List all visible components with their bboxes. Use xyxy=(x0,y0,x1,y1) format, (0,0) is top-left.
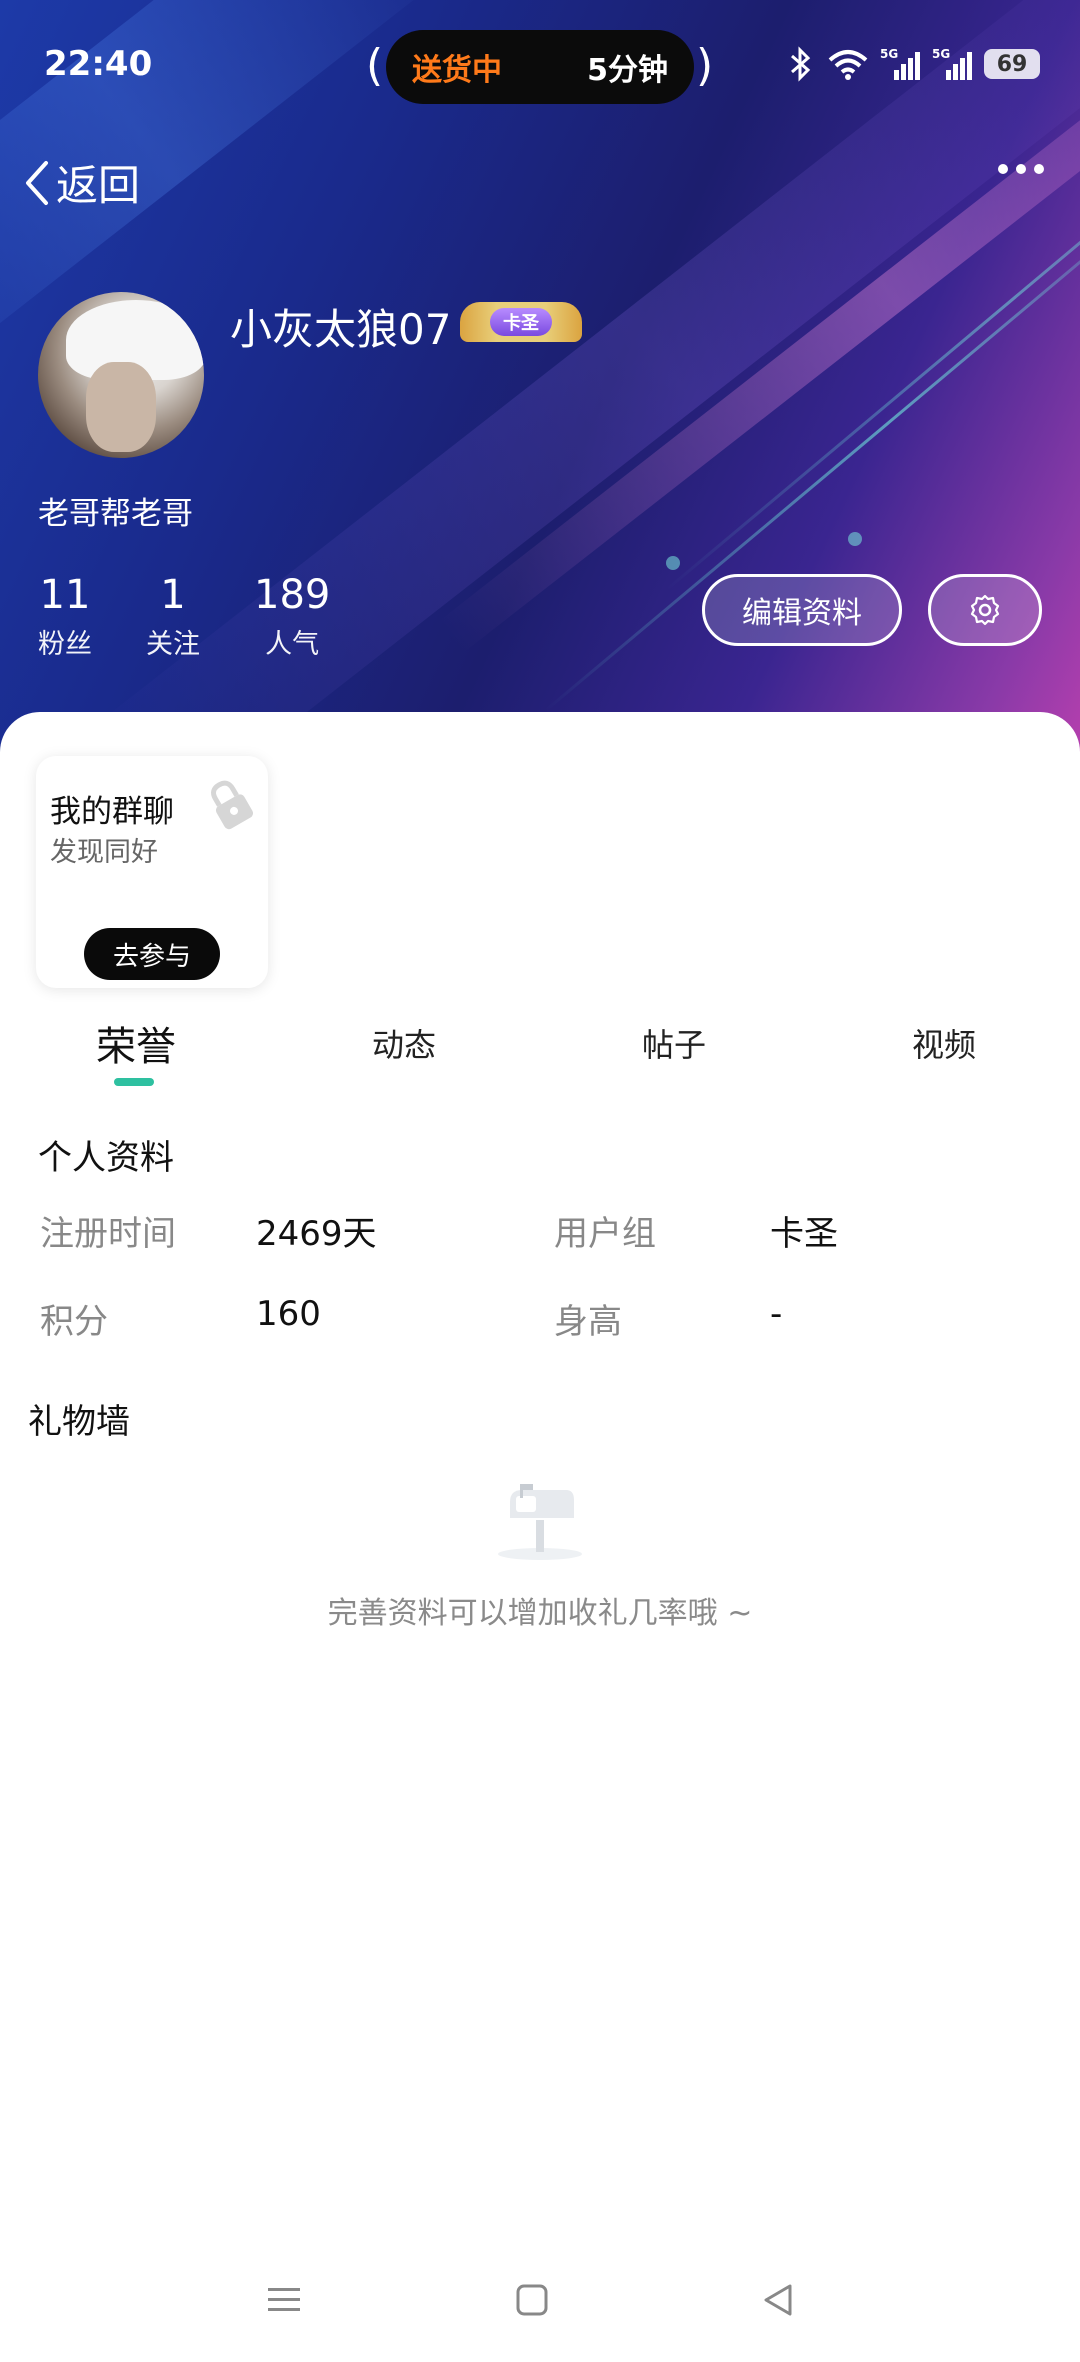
join-button[interactable]: 去参与 xyxy=(84,928,220,980)
chevron-left-icon xyxy=(26,160,48,205)
home-icon[interactable] xyxy=(514,2282,550,2318)
gift-wall-title: 礼物墙 xyxy=(28,1402,130,1442)
mailbox-icon xyxy=(498,1484,582,1560)
system-navigation-bar xyxy=(0,2270,1080,2342)
avatar-face xyxy=(86,362,156,452)
user-level-badge[interactable]: 卡圣 xyxy=(460,302,582,342)
group-card-title: 我的群聊 xyxy=(50,794,174,830)
tab-active-indicator xyxy=(114,1078,154,1086)
info-value: - xyxy=(770,1294,783,1334)
settings-button[interactable] xyxy=(928,574,1042,646)
battery-icon: 69 xyxy=(984,49,1040,79)
signal-5g-icon: 5G xyxy=(880,47,920,80)
tab-activity[interactable]: 动态 xyxy=(372,1020,436,1066)
more-dot xyxy=(1034,164,1044,174)
menu-icon[interactable] xyxy=(266,2282,302,2318)
profile-stats: 11 粉丝 1 关注 189 人气 xyxy=(38,572,330,661)
stat-label: 关注 xyxy=(146,629,200,660)
stat-followers[interactable]: 11 粉丝 xyxy=(38,572,92,661)
gift-wall-empty-text: 完善资料可以增加收礼几率哦 ~ xyxy=(327,1596,753,1631)
background-dot xyxy=(666,556,680,570)
svg-text:5G: 5G xyxy=(880,47,898,61)
edit-profile-button[interactable]: 编辑资料 xyxy=(702,574,902,646)
profile-header: 22:40 ( 送货中 5分钟 ) 5G 5G 69 返回 小灰太狼07 卡圣 … xyxy=(0,0,1080,760)
back-button[interactable]: 返回 xyxy=(22,152,140,213)
info-value: 2469天 xyxy=(256,1214,377,1254)
info-label: 身高 xyxy=(554,1302,622,1342)
wifi-icon xyxy=(828,50,868,80)
info-value: 160 xyxy=(256,1294,321,1334)
stat-value: 1 xyxy=(160,572,186,618)
user-bio: 老哥帮老哥 xyxy=(38,496,193,532)
info-value: 卡圣 xyxy=(770,1214,838,1254)
tab-honor[interactable]: 荣誉 xyxy=(96,1014,176,1072)
group-card-subtitle: 发现同好 xyxy=(50,837,158,868)
stat-value: 11 xyxy=(39,572,91,618)
more-options-button[interactable] xyxy=(998,164,1044,174)
info-label: 注册时间 xyxy=(40,1214,176,1254)
live-activity-bracket-right: ) xyxy=(696,40,714,91)
username: 小灰太狼07 xyxy=(230,305,452,354)
stat-label: 粉丝 xyxy=(38,629,92,660)
stat-value: 189 xyxy=(254,572,331,618)
group-chat-card[interactable]: 我的群聊 发现同好 去参与 xyxy=(36,756,268,988)
delivery-status: 送货中 xyxy=(412,53,502,88)
svg-text:5G: 5G xyxy=(932,47,950,61)
badge-label: 卡圣 xyxy=(490,308,552,336)
gear-icon xyxy=(970,594,1000,626)
signal-5g-icon: 5G xyxy=(932,47,972,80)
more-dot xyxy=(1016,164,1026,174)
info-label: 积分 xyxy=(40,1302,108,1342)
background-dot xyxy=(848,532,862,546)
avatar[interactable] xyxy=(38,292,204,458)
more-dot xyxy=(998,164,1008,174)
tab-bar: 荣誉 动态 帖子 视频 xyxy=(0,1010,1080,1090)
stat-label: 人气 xyxy=(265,629,320,660)
live-activity-pill[interactable]: 送货中 5分钟 xyxy=(386,30,694,104)
back-label: 返回 xyxy=(56,161,141,210)
delivery-eta: 5分钟 xyxy=(587,53,668,88)
lock-icon xyxy=(211,780,254,830)
info-label: 用户组 xyxy=(554,1214,656,1254)
bluetooth-icon xyxy=(791,46,811,82)
stat-following[interactable]: 1 关注 xyxy=(146,572,200,661)
live-activity-bracket-left: ( xyxy=(366,40,384,91)
tab-videos[interactable]: 视频 xyxy=(912,1020,976,1066)
status-icons: 5G 5G 69 xyxy=(786,46,1040,82)
status-time: 22:40 xyxy=(44,44,153,84)
personal-info-title: 个人资料 xyxy=(38,1138,174,1178)
tab-posts[interactable]: 帖子 xyxy=(642,1020,706,1066)
stat-popularity[interactable]: 189 人气 xyxy=(254,572,330,661)
back-triangle-icon[interactable] xyxy=(760,2282,796,2318)
